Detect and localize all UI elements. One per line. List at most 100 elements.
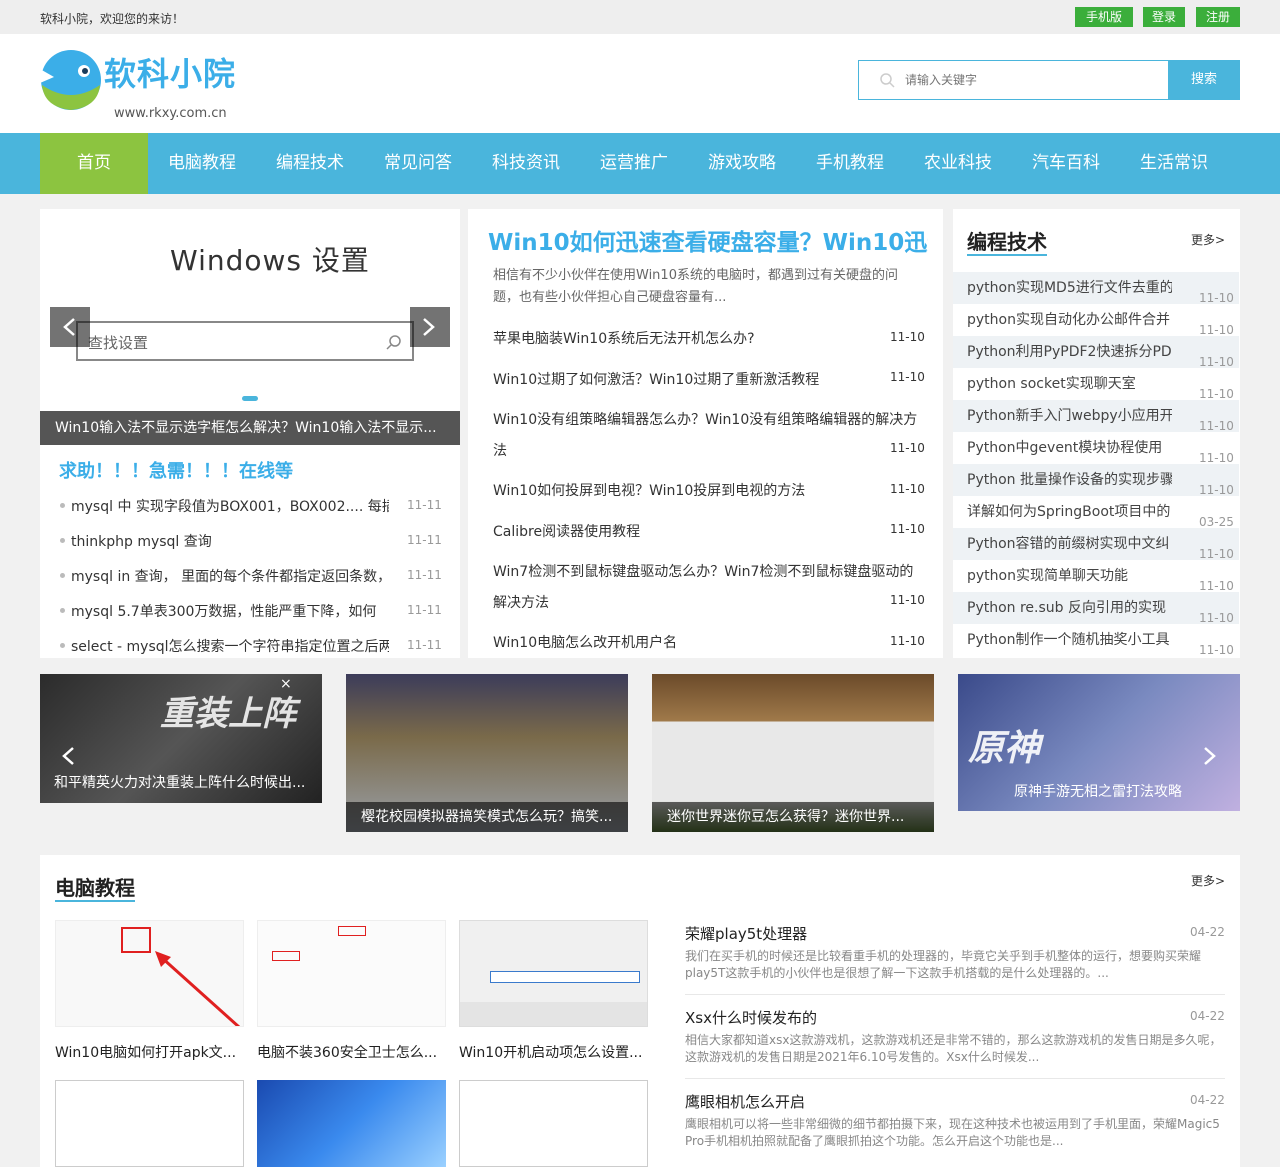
- article-date: 04-22: [1190, 1093, 1225, 1107]
- qa-title[interactable]: 求助！！！急需！！！在线等: [59, 457, 293, 483]
- programming-list-item[interactable]: Python re.sub 反向引用的实现 11-10: [953, 592, 1239, 624]
- programming-list-item[interactable]: Python中gevent模块协程使用 11-10: [953, 432, 1239, 464]
- tutorial-thumbnail[interactable]: [257, 1080, 446, 1167]
- headline-list-item-wrap[interactable]: 解决方法: [493, 592, 873, 612]
- programming-section-title[interactable]: 编程技术: [967, 226, 1047, 255]
- programming-list-item[interactable]: python socket实现聊天室 11-10: [953, 368, 1239, 400]
- carousel-prev-button[interactable]: [49, 736, 89, 776]
- headline-list-item[interactable]: Win10过期了如何激活？Win10过期了重新激活教程: [493, 369, 873, 389]
- nav-item-programming[interactable]: 编程技术: [256, 133, 364, 194]
- programming-more-link[interactable]: 更多>: [1191, 231, 1225, 248]
- article-date: 04-22: [1190, 1009, 1225, 1023]
- red-arrow-icon: [155, 951, 241, 1026]
- headline-list-item-wrap[interactable]: 法: [493, 440, 873, 460]
- item-title: python实现自动化办公邮件合并: [967, 312, 1170, 328]
- programming-list-item[interactable]: python实现自动化办公邮件合并 11-10: [953, 304, 1239, 336]
- mobile-version-button[interactable]: 手机版: [1075, 7, 1133, 27]
- programming-list-item[interactable]: Python制作一个随机抽奖小工具 11-10: [953, 624, 1239, 656]
- carousel-caption: 原神手游无相之雷打法攻略: [1014, 784, 1182, 800]
- article-title[interactable]: 荣耀play5t处理器: [685, 923, 807, 944]
- slider-next-button[interactable]: [410, 307, 450, 347]
- programming-list-item[interactable]: 详解如何为SpringBoot项目中的 03-25: [953, 496, 1239, 528]
- item-date: 11-10: [1199, 291, 1234, 304]
- carousel-card[interactable]: 迷你世界迷你豆怎么获得？迷你世界...: [652, 674, 934, 832]
- nav-item-mobile-tutorial[interactable]: 手机教程: [796, 133, 904, 194]
- bullet-icon: [60, 643, 65, 648]
- bullet-icon: [60, 573, 65, 578]
- headline-list-item[interactable]: 苹果电脑装Win10系统后无法开机怎么办?: [493, 328, 873, 348]
- article-summary: 相信大家都知道xsx这款游戏机，这款游戏机还是非常不错的，那么这款游戏机的发售日…: [685, 1033, 1222, 1064]
- item-date: 11-10: [1199, 643, 1234, 656]
- nav-item-home[interactable]: 首页: [40, 133, 148, 194]
- item-title: Python新手入门webpy小应用开: [967, 408, 1172, 424]
- search-icon: [880, 73, 895, 88]
- programming-list-item[interactable]: python实现简单聊天功能 11-10: [953, 560, 1239, 592]
- pc-tutorial-more-link[interactable]: 更多>: [1191, 872, 1225, 889]
- article-summary: 鹰眼相机可以将一些非常细微的细节都拍摄下来，现在这种技术也被运用到了手机里面，荣…: [685, 1117, 1220, 1148]
- article-divider: [685, 994, 1225, 995]
- tutorial-thumbnail-caption[interactable]: Win10开机启动项怎么设置...: [459, 1042, 642, 1062]
- item-title: Python利用PyPDF2快速拆分PD: [967, 344, 1172, 360]
- headline-list-item[interactable]: Win10如何投屏到电视？Win10投屏到电视的方法: [493, 480, 873, 500]
- qa-item[interactable]: mysql in 查询， 里面的每个条件都指定返回条数，: [71, 566, 389, 586]
- search-button[interactable]: 搜索: [1168, 60, 1240, 100]
- programming-list-item[interactable]: Python利用PyPDF2快速拆分PD 11-10: [953, 336, 1239, 368]
- qa-item[interactable]: mysql 中 实现字段值为BOX001，BOX002.... 每插: [71, 496, 389, 516]
- site-logo[interactable]: 软科小院 www.rkxy.com.cn: [40, 49, 240, 129]
- article-title[interactable]: Xsx什么时候发布的: [685, 1007, 817, 1028]
- bullet-icon: [60, 608, 65, 613]
- nav-item-life-tips[interactable]: 生活常识: [1120, 133, 1228, 194]
- qa-item-date: 11-11: [407, 603, 442, 617]
- nav-item-marketing[interactable]: 运营推广: [580, 133, 688, 194]
- item-title: Python re.sub 反向引用的实现: [967, 600, 1166, 616]
- programming-list-item[interactable]: Python新手入门webpy小应用开 11-10: [953, 400, 1239, 432]
- headline-list-item[interactable]: Win10电脑怎么改开机用户名: [493, 632, 873, 652]
- search-input[interactable]: [905, 61, 1165, 99]
- headline-list-item[interactable]: Win10没有组策略编辑器怎么办？Win10没有组策略编辑器的解决方: [493, 409, 923, 429]
- programming-list-item[interactable]: Python 批量操作设备的实现步骤 11-10: [953, 464, 1239, 496]
- headline-title[interactable]: Win10如何迅速查看硬盘容量？Win10迅速: [488, 223, 928, 257]
- qa-item-date: 11-11: [407, 638, 442, 652]
- tutorial-thumbnail[interactable]: [55, 920, 244, 1027]
- qa-item[interactable]: select - mysql怎么搜索一个字符串指定位置之后两: [71, 636, 389, 656]
- tutorial-thumbnail[interactable]: [257, 920, 446, 1027]
- pc-tutorial-section-title[interactable]: 电脑教程: [55, 872, 135, 901]
- carousel-next-button[interactable]: [1191, 736, 1231, 776]
- programming-list-item[interactable]: Python容错的前缀树实现中文纠 11-10: [953, 528, 1239, 560]
- headline-item-date: 11-10: [890, 522, 925, 536]
- close-icon[interactable]: ×: [280, 676, 292, 692]
- chevron-right-icon: [1204, 747, 1216, 765]
- tutorial-thumbnail-caption[interactable]: 电脑不装360安全卫士怎么...: [257, 1042, 437, 1062]
- nav-item-agri-tech[interactable]: 农业科技: [904, 133, 1012, 194]
- register-button[interactable]: 注册: [1196, 7, 1240, 27]
- headline-list-item[interactable]: Calibre阅读器使用教程: [493, 521, 873, 541]
- item-title: python实现简单聊天功能: [967, 568, 1128, 584]
- item-title: python socket实现聊天室: [967, 376, 1136, 392]
- tutorial-thumbnail[interactable]: [459, 920, 648, 1027]
- section-title-underline: [55, 900, 135, 902]
- tutorial-thumbnail[interactable]: [459, 1080, 648, 1167]
- nav-item-auto[interactable]: 汽车百科: [1012, 133, 1120, 194]
- slider-prev-button[interactable]: [50, 307, 90, 347]
- nav-item-faq[interactable]: 常见问答: [364, 133, 472, 194]
- item-title: 详解如何为SpringBoot项目中的: [967, 504, 1171, 520]
- item-date: 11-10: [1199, 579, 1234, 592]
- carousel-card[interactable]: 樱花校园模拟器搞笑模式怎么玩？搞笑...: [346, 674, 628, 832]
- slide-caption[interactable]: Win10输入法不显示选字框怎么解决？Win10输入法不显示...: [40, 411, 460, 445]
- nav-item-pc-tutorial[interactable]: 电脑教程: [148, 133, 256, 194]
- login-button[interactable]: 登录: [1143, 7, 1185, 27]
- programming-list-item[interactable]: python实现MD5进行文件去重的 11-10: [953, 272, 1239, 304]
- headline-list-item[interactable]: Win7检测不到鼠标键盘驱动怎么办？Win7检测不到鼠标键盘驱动的: [493, 561, 923, 581]
- qa-item[interactable]: thinkphp mysql 查询: [71, 531, 389, 551]
- qa-item[interactable]: mysql 5.7单表300万数据，性能严重下降，如何: [71, 601, 389, 621]
- item-date: 11-10: [1199, 451, 1234, 464]
- headline-item-date: 11-10: [890, 593, 925, 607]
- tutorial-thumbnail-caption[interactable]: Win10电脑如何打开apk文...: [55, 1042, 236, 1062]
- slide-image-title: Windows 设置: [170, 244, 370, 277]
- item-title: python实现MD5进行文件去重的: [967, 280, 1172, 296]
- nav-item-game-guides[interactable]: 游戏攻略: [688, 133, 796, 194]
- article-title[interactable]: 鹰眼相机怎么开启: [685, 1091, 805, 1112]
- tutorial-thumbnail[interactable]: [55, 1080, 244, 1167]
- slider-dot-active[interactable]: [242, 396, 258, 401]
- nav-item-tech-news[interactable]: 科技资讯: [472, 133, 580, 194]
